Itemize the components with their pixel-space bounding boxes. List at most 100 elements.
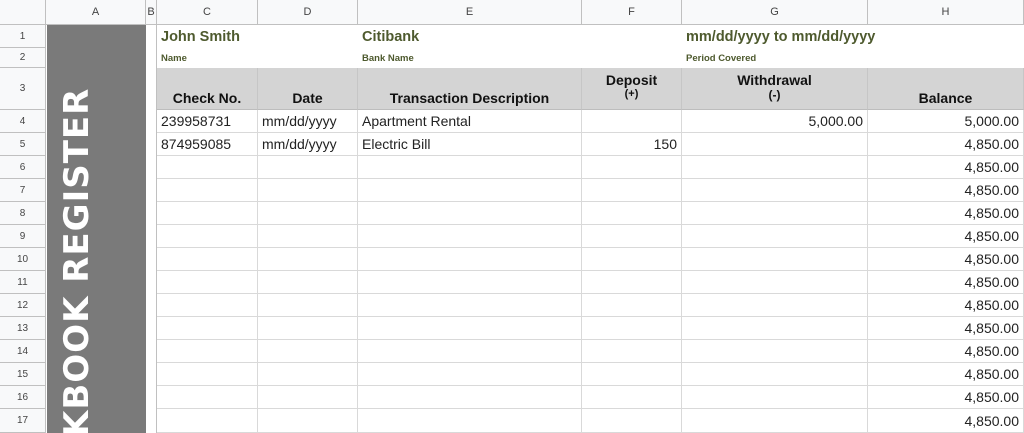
description-cell[interactable] (358, 363, 582, 386)
deposit-cell[interactable] (582, 248, 682, 271)
withdrawal-cell[interactable] (682, 294, 868, 317)
check-no-cell[interactable] (157, 409, 258, 433)
withdrawal-cell[interactable]: 5,000.00 (682, 110, 868, 133)
column-header-e[interactable]: E (358, 0, 582, 25)
withdrawal-cell[interactable] (682, 271, 868, 294)
check-no-cell[interactable] (157, 271, 258, 294)
balance-cell[interactable]: 4,850.00 (868, 248, 1024, 271)
date-cell[interactable] (258, 248, 358, 271)
check-no-cell[interactable]: 239958731 (157, 110, 258, 133)
date-cell[interactable]: mm/dd/yyyy (258, 110, 358, 133)
row-header-8[interactable]: 8 (0, 202, 46, 225)
withdrawal-cell[interactable] (682, 179, 868, 202)
description-cell[interactable] (358, 386, 582, 409)
column-header-h[interactable]: H (868, 0, 1024, 25)
deposit-cell[interactable] (582, 179, 682, 202)
withdrawal-cell[interactable] (682, 317, 868, 340)
row-header-2[interactable]: 2 (0, 48, 46, 68)
date-cell[interactable] (258, 271, 358, 294)
balance-cell[interactable]: 4,850.00 (868, 294, 1024, 317)
check-no-cell[interactable] (157, 340, 258, 363)
check-no-cell[interactable] (157, 156, 258, 179)
row-header-12[interactable]: 12 (0, 294, 46, 317)
withdrawal-cell[interactable] (682, 202, 868, 225)
row-header-11[interactable]: 11 (0, 271, 46, 294)
deposit-cell[interactable] (582, 409, 682, 433)
deposit-cell[interactable] (582, 317, 682, 340)
balance-cell[interactable]: 4,850.00 (868, 340, 1024, 363)
row-header-13[interactable]: 13 (0, 317, 46, 340)
description-cell[interactable] (358, 225, 582, 248)
date-cell[interactable]: mm/dd/yyyy (258, 133, 358, 156)
row-header-1[interactable]: 1 (0, 25, 46, 48)
withdrawal-cell[interactable] (682, 156, 868, 179)
withdrawal-cell[interactable] (682, 363, 868, 386)
date-cell[interactable] (258, 340, 358, 363)
row-header-14[interactable]: 14 (0, 340, 46, 363)
withdrawal-cell[interactable] (682, 409, 868, 433)
check-no-cell[interactable] (157, 294, 258, 317)
description-cell[interactable]: Apartment Rental (358, 110, 582, 133)
date-cell[interactable] (258, 179, 358, 202)
column-header-g[interactable]: G (682, 0, 868, 25)
balance-cell[interactable]: 4,850.00 (868, 363, 1024, 386)
account-holder-name[interactable]: John Smith (157, 25, 358, 48)
check-no-cell[interactable] (157, 248, 258, 271)
balance-cell[interactable]: 4,850.00 (868, 202, 1024, 225)
balance-cell[interactable]: 4,850.00 (868, 386, 1024, 409)
row-header-10[interactable]: 10 (0, 248, 46, 271)
date-cell[interactable] (258, 363, 358, 386)
deposit-cell[interactable] (582, 386, 682, 409)
description-cell[interactable] (358, 156, 582, 179)
date-cell[interactable] (258, 317, 358, 340)
check-no-cell[interactable]: 874959085 (157, 133, 258, 156)
description-cell[interactable] (358, 294, 582, 317)
deposit-cell[interactable] (582, 225, 682, 248)
date-cell[interactable] (258, 294, 358, 317)
deposit-cell[interactable] (582, 110, 682, 133)
date-cell[interactable] (258, 409, 358, 433)
description-cell[interactable] (358, 317, 582, 340)
date-cell[interactable] (258, 202, 358, 225)
row-header-16[interactable]: 16 (0, 386, 46, 409)
description-cell[interactable] (358, 202, 582, 225)
deposit-cell[interactable]: 150 (582, 133, 682, 156)
description-cell[interactable] (358, 179, 582, 202)
description-cell[interactable] (358, 340, 582, 363)
row-header-7[interactable]: 7 (0, 179, 46, 202)
check-no-cell[interactable] (157, 202, 258, 225)
deposit-cell[interactable] (582, 202, 682, 225)
deposit-cell[interactable] (582, 294, 682, 317)
row-header-6[interactable]: 6 (0, 156, 46, 179)
check-no-cell[interactable] (157, 179, 258, 202)
balance-cell[interactable]: 4,850.00 (868, 409, 1024, 433)
column-header-c[interactable]: C (157, 0, 258, 25)
withdrawal-cell[interactable] (682, 340, 868, 363)
row-header-17[interactable]: 17 (0, 409, 46, 433)
select-all-corner[interactable] (0, 0, 46, 25)
deposit-cell[interactable] (582, 363, 682, 386)
balance-cell[interactable]: 4,850.00 (868, 156, 1024, 179)
balance-cell[interactable]: 4,850.00 (868, 271, 1024, 294)
deposit-cell[interactable] (582, 340, 682, 363)
deposit-cell[interactable] (582, 156, 682, 179)
date-cell[interactable] (258, 225, 358, 248)
period-covered-value[interactable]: mm/dd/yyyy to mm/dd/yyyy (682, 25, 1024, 48)
date-cell[interactable] (258, 386, 358, 409)
check-no-cell[interactable] (157, 317, 258, 340)
description-cell[interactable]: Electric Bill (358, 133, 582, 156)
row-header-5[interactable]: 5 (0, 133, 46, 156)
balance-cell[interactable]: 5,000.00 (868, 110, 1024, 133)
description-cell[interactable] (358, 409, 582, 433)
description-cell[interactable] (358, 271, 582, 294)
check-no-cell[interactable] (157, 386, 258, 409)
balance-cell[interactable]: 4,850.00 (868, 133, 1024, 156)
column-header-a[interactable]: A (46, 0, 146, 25)
deposit-cell[interactable] (582, 271, 682, 294)
balance-cell[interactable]: 4,850.00 (868, 317, 1024, 340)
check-no-cell[interactable] (157, 363, 258, 386)
description-cell[interactable] (358, 248, 582, 271)
withdrawal-cell[interactable] (682, 386, 868, 409)
balance-cell[interactable]: 4,850.00 (868, 179, 1024, 202)
row-header-15[interactable]: 15 (0, 363, 46, 386)
